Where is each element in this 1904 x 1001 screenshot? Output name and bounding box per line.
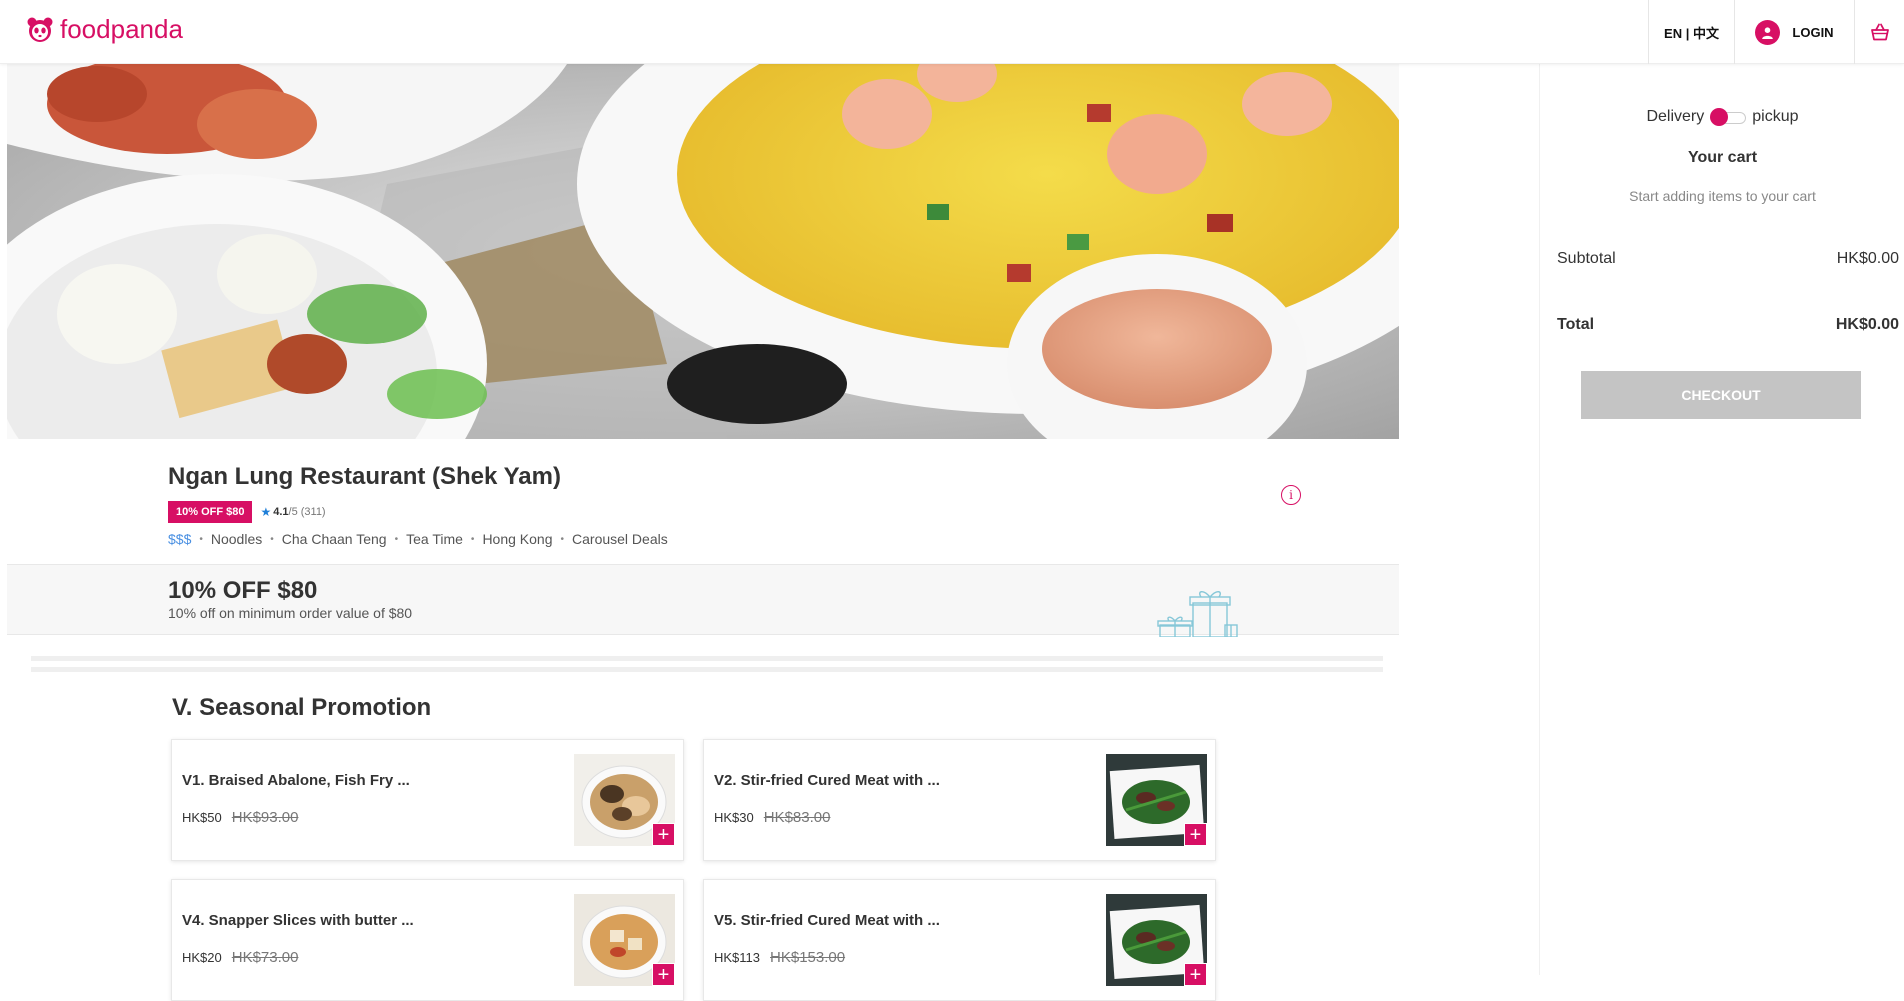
menu-item-price: HK$20: [182, 950, 222, 965]
add-item-button[interactable]: +: [652, 823, 675, 846]
cart-sidebar: Delivery pickup Your cart Start adding i…: [1539, 64, 1904, 975]
brand-name: foodpanda: [60, 14, 183, 44]
menu-item-name: V5. Stir-fried Cured Meat with ...: [714, 912, 940, 929]
tag-item: Carousel Deals: [572, 531, 668, 547]
menu-item-original-price: HK$93.00: [231, 809, 299, 826]
checkout-button[interactable]: CHECKOUT: [1581, 371, 1861, 419]
deal-banner: 10% OFF $80 10% off on minimum order val…: [7, 565, 1399, 637]
tag-item: Hong Kong: [482, 531, 553, 547]
total-label: Total: [1557, 316, 1595, 333]
delivery-pickup-toggle: Delivery pickup: [1540, 108, 1904, 126]
rating-count: (311): [300, 506, 326, 518]
tag-item: Cha Chaan Teng: [281, 531, 387, 547]
section-divider: [31, 667, 1383, 672]
foodpanda-logo[interactable]: foodpanda: [26, 14, 183, 45]
menu-item-card[interactable]: V5. Stir-fried Cured Meat with ... HK$11…: [703, 879, 1216, 1001]
tag-item: Tea Time: [406, 531, 463, 547]
cart-title: Your cart: [1687, 149, 1758, 166]
tag-separator: •: [560, 533, 565, 545]
menu-item-name: V1. Braised Abalone, Fish Fry ...: [182, 772, 410, 789]
login-button[interactable]: LOGIN: [1734, 0, 1854, 64]
tag-separator: •: [270, 533, 274, 545]
pickup-label: pickup: [1752, 108, 1799, 125]
login-label: LOGIN: [1792, 24, 1834, 40]
menu-section-title: V. Seasonal Promotion: [172, 694, 432, 721]
badge-row: 10% OFF $80 ★ 4.1 /5 (311): [168, 501, 326, 523]
section-divider: [31, 656, 1383, 661]
user-icon: [1755, 19, 1781, 45]
subtotal-label: Subtotal: [1557, 250, 1616, 267]
menu-item-prices: HK$113 HK$153.00: [714, 949, 845, 966]
subtotal-value: HK$0.00: [1836, 250, 1899, 267]
info-icon[interactable]: i: [1281, 485, 1301, 505]
restaurant-hero-image: [7, 64, 1399, 439]
menu-item-price: HK$30: [714, 810, 754, 825]
tag-separator: •: [394, 533, 399, 545]
restaurant-name: Ngan Lung Restaurant (Shek Yam): [168, 463, 561, 490]
top-header: foodpanda EN | 中文 LOGIN: [0, 0, 1904, 64]
deal-subtitle: 10% off on minimum order value of $80: [168, 605, 413, 621]
menu-item-prices: HK$50 HK$93.00: [182, 809, 298, 826]
star-icon: ★: [260, 505, 272, 519]
rating-scale: /5: [288, 506, 298, 518]
header-actions: EN | 中文 LOGIN: [1648, 0, 1904, 64]
menu-item-prices: HK$20 HK$73.00: [182, 949, 298, 966]
menu-item-card[interactable]: V4. Snapper Slices with butter ... HK$20…: [171, 879, 684, 1001]
menu-item-price: HK$50: [182, 810, 222, 825]
restaurant-info: Ngan Lung Restaurant (Shek Yam) 10% OFF …: [7, 439, 1399, 565]
delivery-pickup-switch[interactable]: [1710, 108, 1747, 126]
subtotal-row: Subtotal HK$0.00: [1557, 250, 1899, 268]
menu-item-name: V4. Snapper Slices with butter ...: [182, 912, 414, 929]
menu-item-price: HK$113: [714, 950, 761, 965]
add-item-button[interactable]: +: [1184, 823, 1207, 846]
discount-badge: 10% OFF $80: [168, 501, 253, 523]
tag-item: Noodles: [210, 531, 263, 547]
total-value: HK$0.00: [1835, 316, 1899, 333]
cart-empty-message: Start adding items to your cart: [1629, 188, 1816, 204]
menu-item-card[interactable]: V1. Braised Abalone, Fish Fry ... HK$50 …: [171, 739, 684, 861]
total-row: Total HK$0.00: [1557, 316, 1899, 334]
tag-separator: •: [199, 533, 203, 545]
menu-item-name: V2. Stir-fried Cured Meat with ...: [714, 772, 940, 789]
panda-icon: [27, 17, 53, 42]
rating-value: 4.1: [273, 506, 289, 518]
menu-item-prices: HK$30 HK$83.00: [714, 809, 830, 826]
shopping-basket-icon: [1870, 23, 1889, 41]
gift-icon: [1157, 591, 1238, 637]
price-level: $$$: [168, 531, 192, 547]
rating: ★ 4.1 /5 (311): [260, 505, 325, 519]
delivery-label: Delivery: [1646, 108, 1705, 125]
cart-button[interactable]: [1854, 0, 1904, 64]
tag-separator: •: [470, 533, 475, 545]
language-switch[interactable]: EN | 中文: [1648, 0, 1734, 64]
menu-item-card[interactable]: V2. Stir-fried Cured Meat with ... HK$30…: [703, 739, 1216, 861]
deal-title: 10% OFF $80: [168, 577, 318, 604]
restaurant-tags: $$$ • Noodles • Cha Chaan Teng • Tea Tim…: [168, 531, 668, 547]
menu-item-original-price: HK$153.00: [770, 949, 846, 966]
menu-item-original-price: HK$73.00: [231, 949, 299, 966]
menu-item-original-price: HK$83.00: [763, 809, 831, 826]
